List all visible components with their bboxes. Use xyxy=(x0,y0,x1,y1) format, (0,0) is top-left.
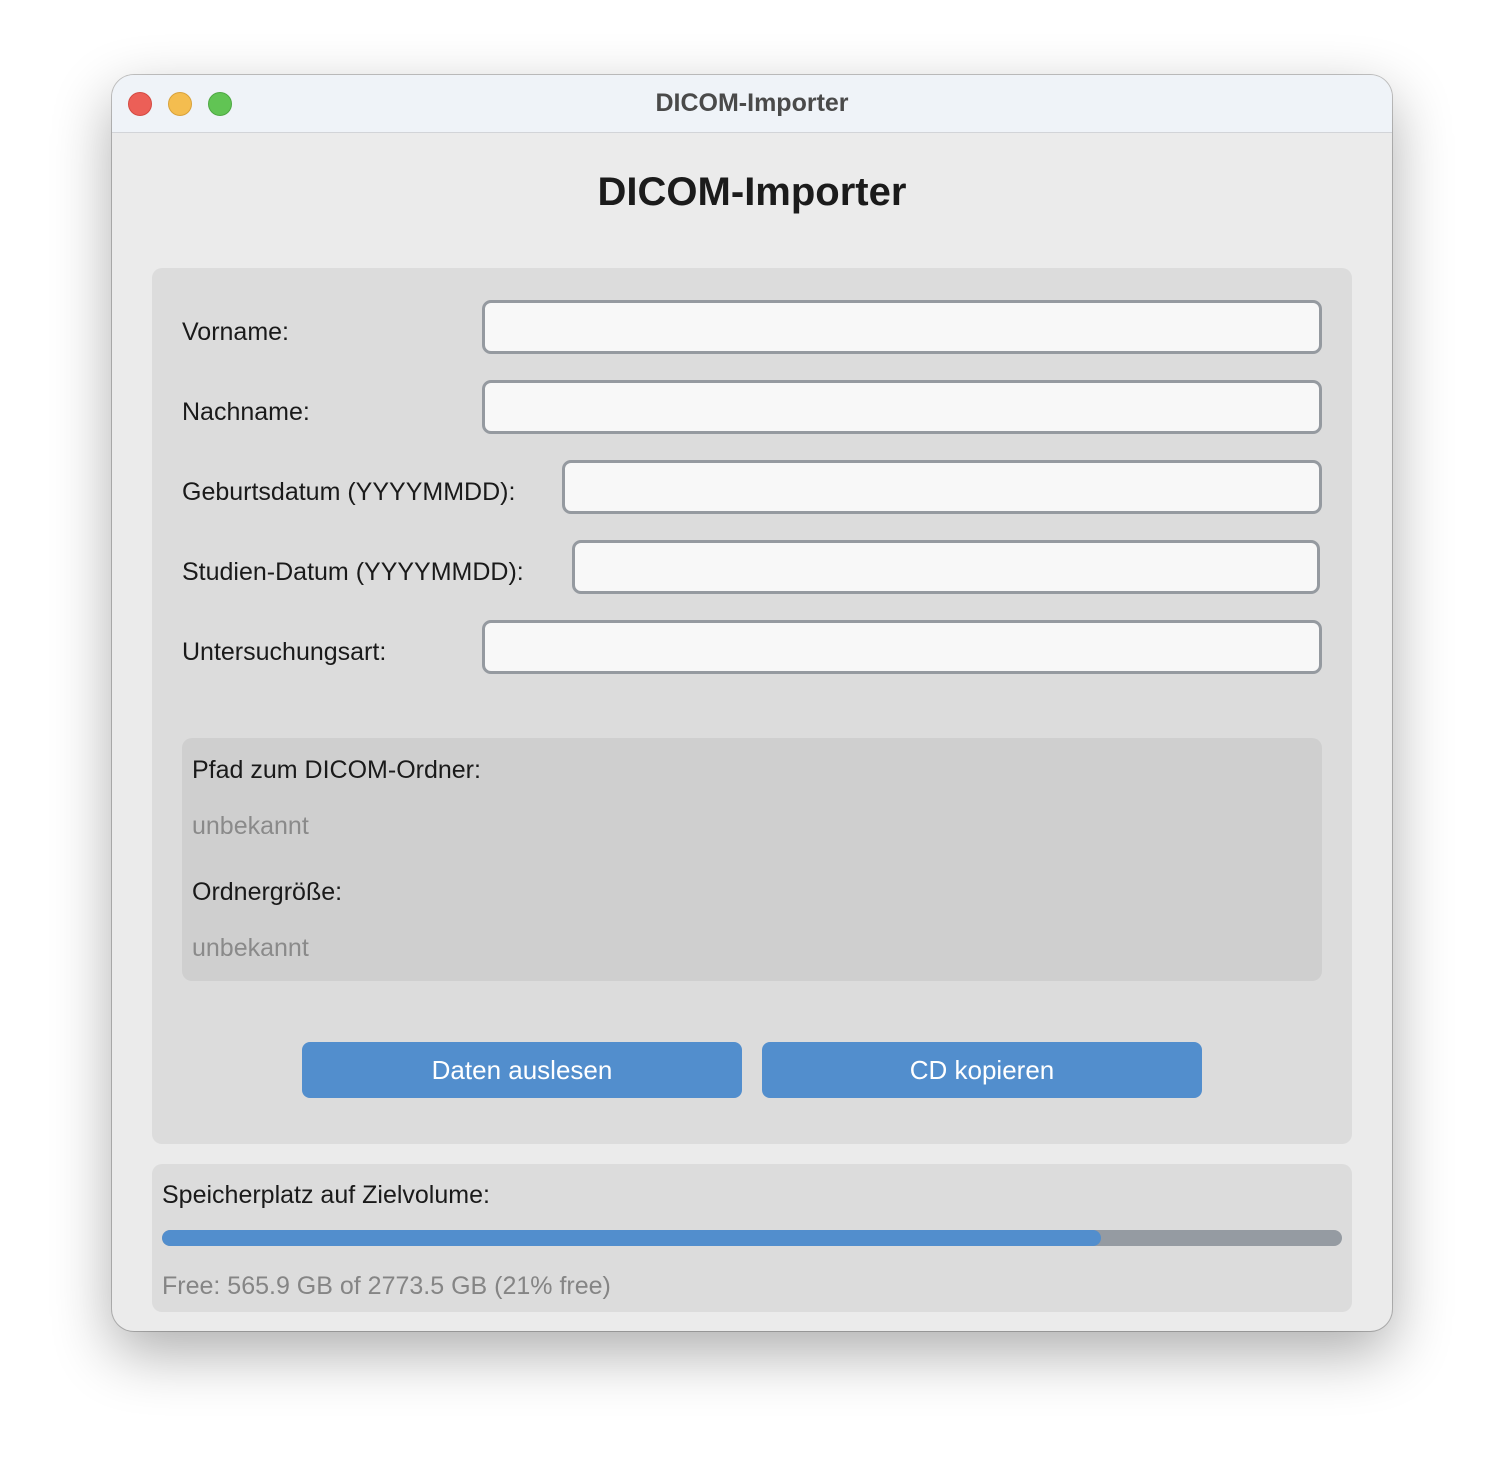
dicom-path-label: Pfad zum DICOM-Ordner: xyxy=(192,756,481,784)
storage-progress-bar xyxy=(162,1230,1342,1246)
folder-size-label: Ordnergröße: xyxy=(192,878,343,906)
first-name-input[interactable] xyxy=(482,300,1322,354)
last-name-label: Nachname: xyxy=(182,398,310,426)
dicom-info-box: Pfad zum DICOM-Ordner: unbekannt Ordnerg… xyxy=(182,738,1322,981)
last-name-input[interactable] xyxy=(482,380,1322,434)
window-title: DICOM-Importer xyxy=(655,89,849,117)
exam-type-input[interactable] xyxy=(482,620,1322,674)
storage-progress-fill xyxy=(162,1230,1102,1246)
storage-summary: Free: 565.9 GB of 2773.5 GB (21% free) xyxy=(162,1272,611,1300)
app-window: DICOM-Importer DICOM-Importer Vorname: N… xyxy=(112,75,1392,1331)
page-title: DICOM-Importer xyxy=(597,170,907,214)
first-name-label: Vorname: xyxy=(182,318,290,346)
storage-label: Speicherplatz auf Zielvolume: xyxy=(162,1181,490,1209)
dicom-path-value: unbekannt xyxy=(192,812,309,840)
copy-cd-button[interactable]: CD kopieren xyxy=(762,1042,1202,1098)
study-date-label: Studien-Datum (YYYYMMDD): xyxy=(182,558,524,586)
patient-form-panel: Vorname: Nachname: Geburtsdatum (YYYYMMD… xyxy=(152,268,1352,1144)
storage-panel: Speicherplatz auf Zielvolume: Free: 565.… xyxy=(152,1164,1352,1312)
birth-date-label: Geburtsdatum (YYYYMMDD): xyxy=(182,478,516,506)
study-date-input[interactable] xyxy=(572,540,1320,594)
birth-date-input[interactable] xyxy=(562,460,1322,514)
read-data-button[interactable]: Daten auslesen xyxy=(302,1042,742,1098)
exam-type-label: Untersuchungsart: xyxy=(182,638,387,666)
folder-size-value: unbekannt xyxy=(192,934,309,962)
title-bar[interactable]: DICOM-Importer xyxy=(112,75,1392,133)
